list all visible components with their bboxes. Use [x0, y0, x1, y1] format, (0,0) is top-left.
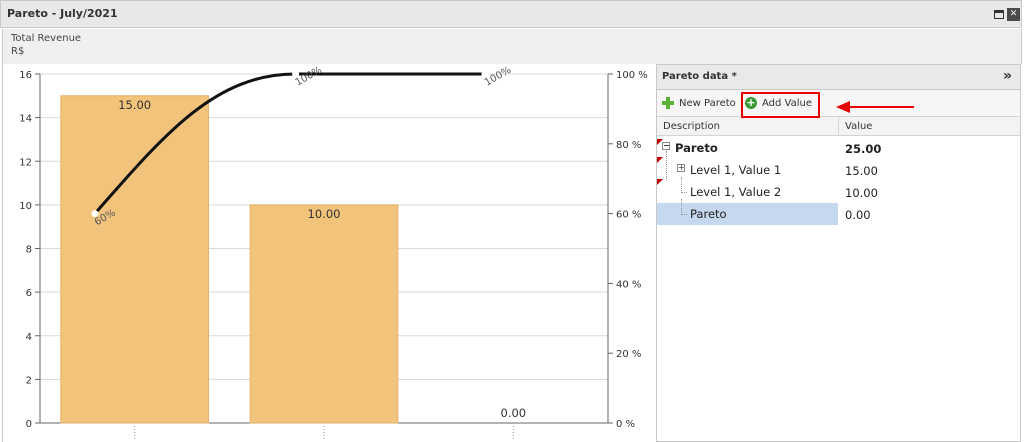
row-value[interactable]: 25.00 [845, 142, 881, 156]
bar-value-label: 10.00 [308, 207, 341, 221]
grid-header: Description Value [657, 116, 1020, 136]
row-value[interactable]: 15.00 [845, 164, 878, 178]
tree-line [666, 151, 667, 181]
annotation-highlight-box [741, 92, 820, 118]
expand-node-icon[interactable]: + [677, 164, 685, 172]
y2-tick-label: 40 % [616, 279, 641, 290]
y-tick-label: 8 [26, 245, 32, 256]
column-separator [838, 117, 839, 136]
y-tick-label: 12 [19, 157, 32, 168]
pareto-chart-svg: 0 2 4 6 8 10 12 14 16 0 % 20 % 40 % 60 % 80 % 100 % 15.… [19, 65, 648, 439]
y2-tick-label: 60 % [616, 210, 641, 221]
y2-tick-label: 20 % [616, 349, 641, 360]
y2-tick-label: 0 % [616, 419, 635, 430]
bar-value-label: 0.00 [501, 406, 527, 420]
cumulative-label: 100% [483, 65, 513, 89]
tree-row-level1-value1[interactable]: + Level 1, Value 1 15.00 [657, 151, 1020, 181]
tree-row-pareto-child[interactable]: Pareto 0.00 [657, 199, 1020, 225]
bar-value-label: 15.00 [118, 98, 151, 112]
tree-line [681, 177, 682, 193]
y-tick-label: 0 [26, 419, 32, 430]
tree-line [681, 214, 687, 215]
plus-icon [661, 96, 675, 110]
tree-row-level1-value2[interactable]: Level 1, Value 2 10.00 [657, 177, 1020, 203]
y2-tick-label: 100 % [616, 70, 648, 81]
tree-line [681, 199, 682, 215]
double-chevron-right-icon[interactable]: » [1003, 68, 1012, 84]
tree-row-root[interactable]: − Pareto 25.00 [657, 137, 1020, 159]
collapse-node-icon[interactable]: − [662, 142, 670, 150]
y-tick-label: 10 [19, 201, 32, 212]
row-description: Pareto [675, 141, 718, 155]
subheader-title: Total Revenue [11, 33, 82, 44]
window-titlebar: Pareto - July/2021 ✕ [0, 0, 1022, 28]
tree-line [681, 192, 687, 193]
subheader-currency: R$ [11, 46, 25, 57]
cumulative-label: 100% [294, 65, 324, 89]
chart-subheader: Total Revenue R$ [2, 29, 1022, 64]
maximize-icon[interactable] [994, 10, 1004, 19]
row-description: Pareto [690, 207, 727, 221]
row-value[interactable]: 10.00 [845, 186, 878, 200]
column-header-description[interactable]: Description [663, 121, 720, 132]
panel-header: Pareto data * » [657, 65, 1020, 90]
y-tick-label: 6 [26, 288, 32, 299]
row-value[interactable]: 0.00 [845, 208, 871, 222]
pareto-data-panel: Pareto data * » New Pareto + Add Value D… [656, 64, 1021, 442]
row-description: Level 1, Value 1 [690, 163, 782, 177]
pareto-chart: 0 2 4 6 8 10 12 14 16 0 % 20 % 40 % 60 % 80 % 100 % 15.… [2, 64, 652, 442]
bar [60, 95, 210, 424]
y2-tick-label: 80 % [616, 140, 641, 151]
y-tick-label: 16 [19, 70, 32, 81]
y-tick-label: 2 [26, 375, 32, 386]
modified-flag-icon [657, 157, 663, 163]
column-header-value[interactable]: Value [845, 121, 872, 132]
new-pareto-button[interactable]: New Pareto [661, 95, 736, 111]
annotation-arrow-line [848, 106, 914, 108]
panel-title: Pareto data * [662, 71, 737, 82]
bar [249, 204, 399, 424]
y-tick-label: 4 [26, 332, 32, 343]
close-icon[interactable]: ✕ [1007, 8, 1020, 21]
window-title: Pareto - July/2021 [7, 7, 118, 20]
row-description: Level 1, Value 2 [690, 185, 782, 199]
modified-flag-icon [657, 179, 663, 185]
y-tick-label: 14 [19, 114, 32, 125]
new-pareto-label: New Pareto [679, 97, 736, 109]
